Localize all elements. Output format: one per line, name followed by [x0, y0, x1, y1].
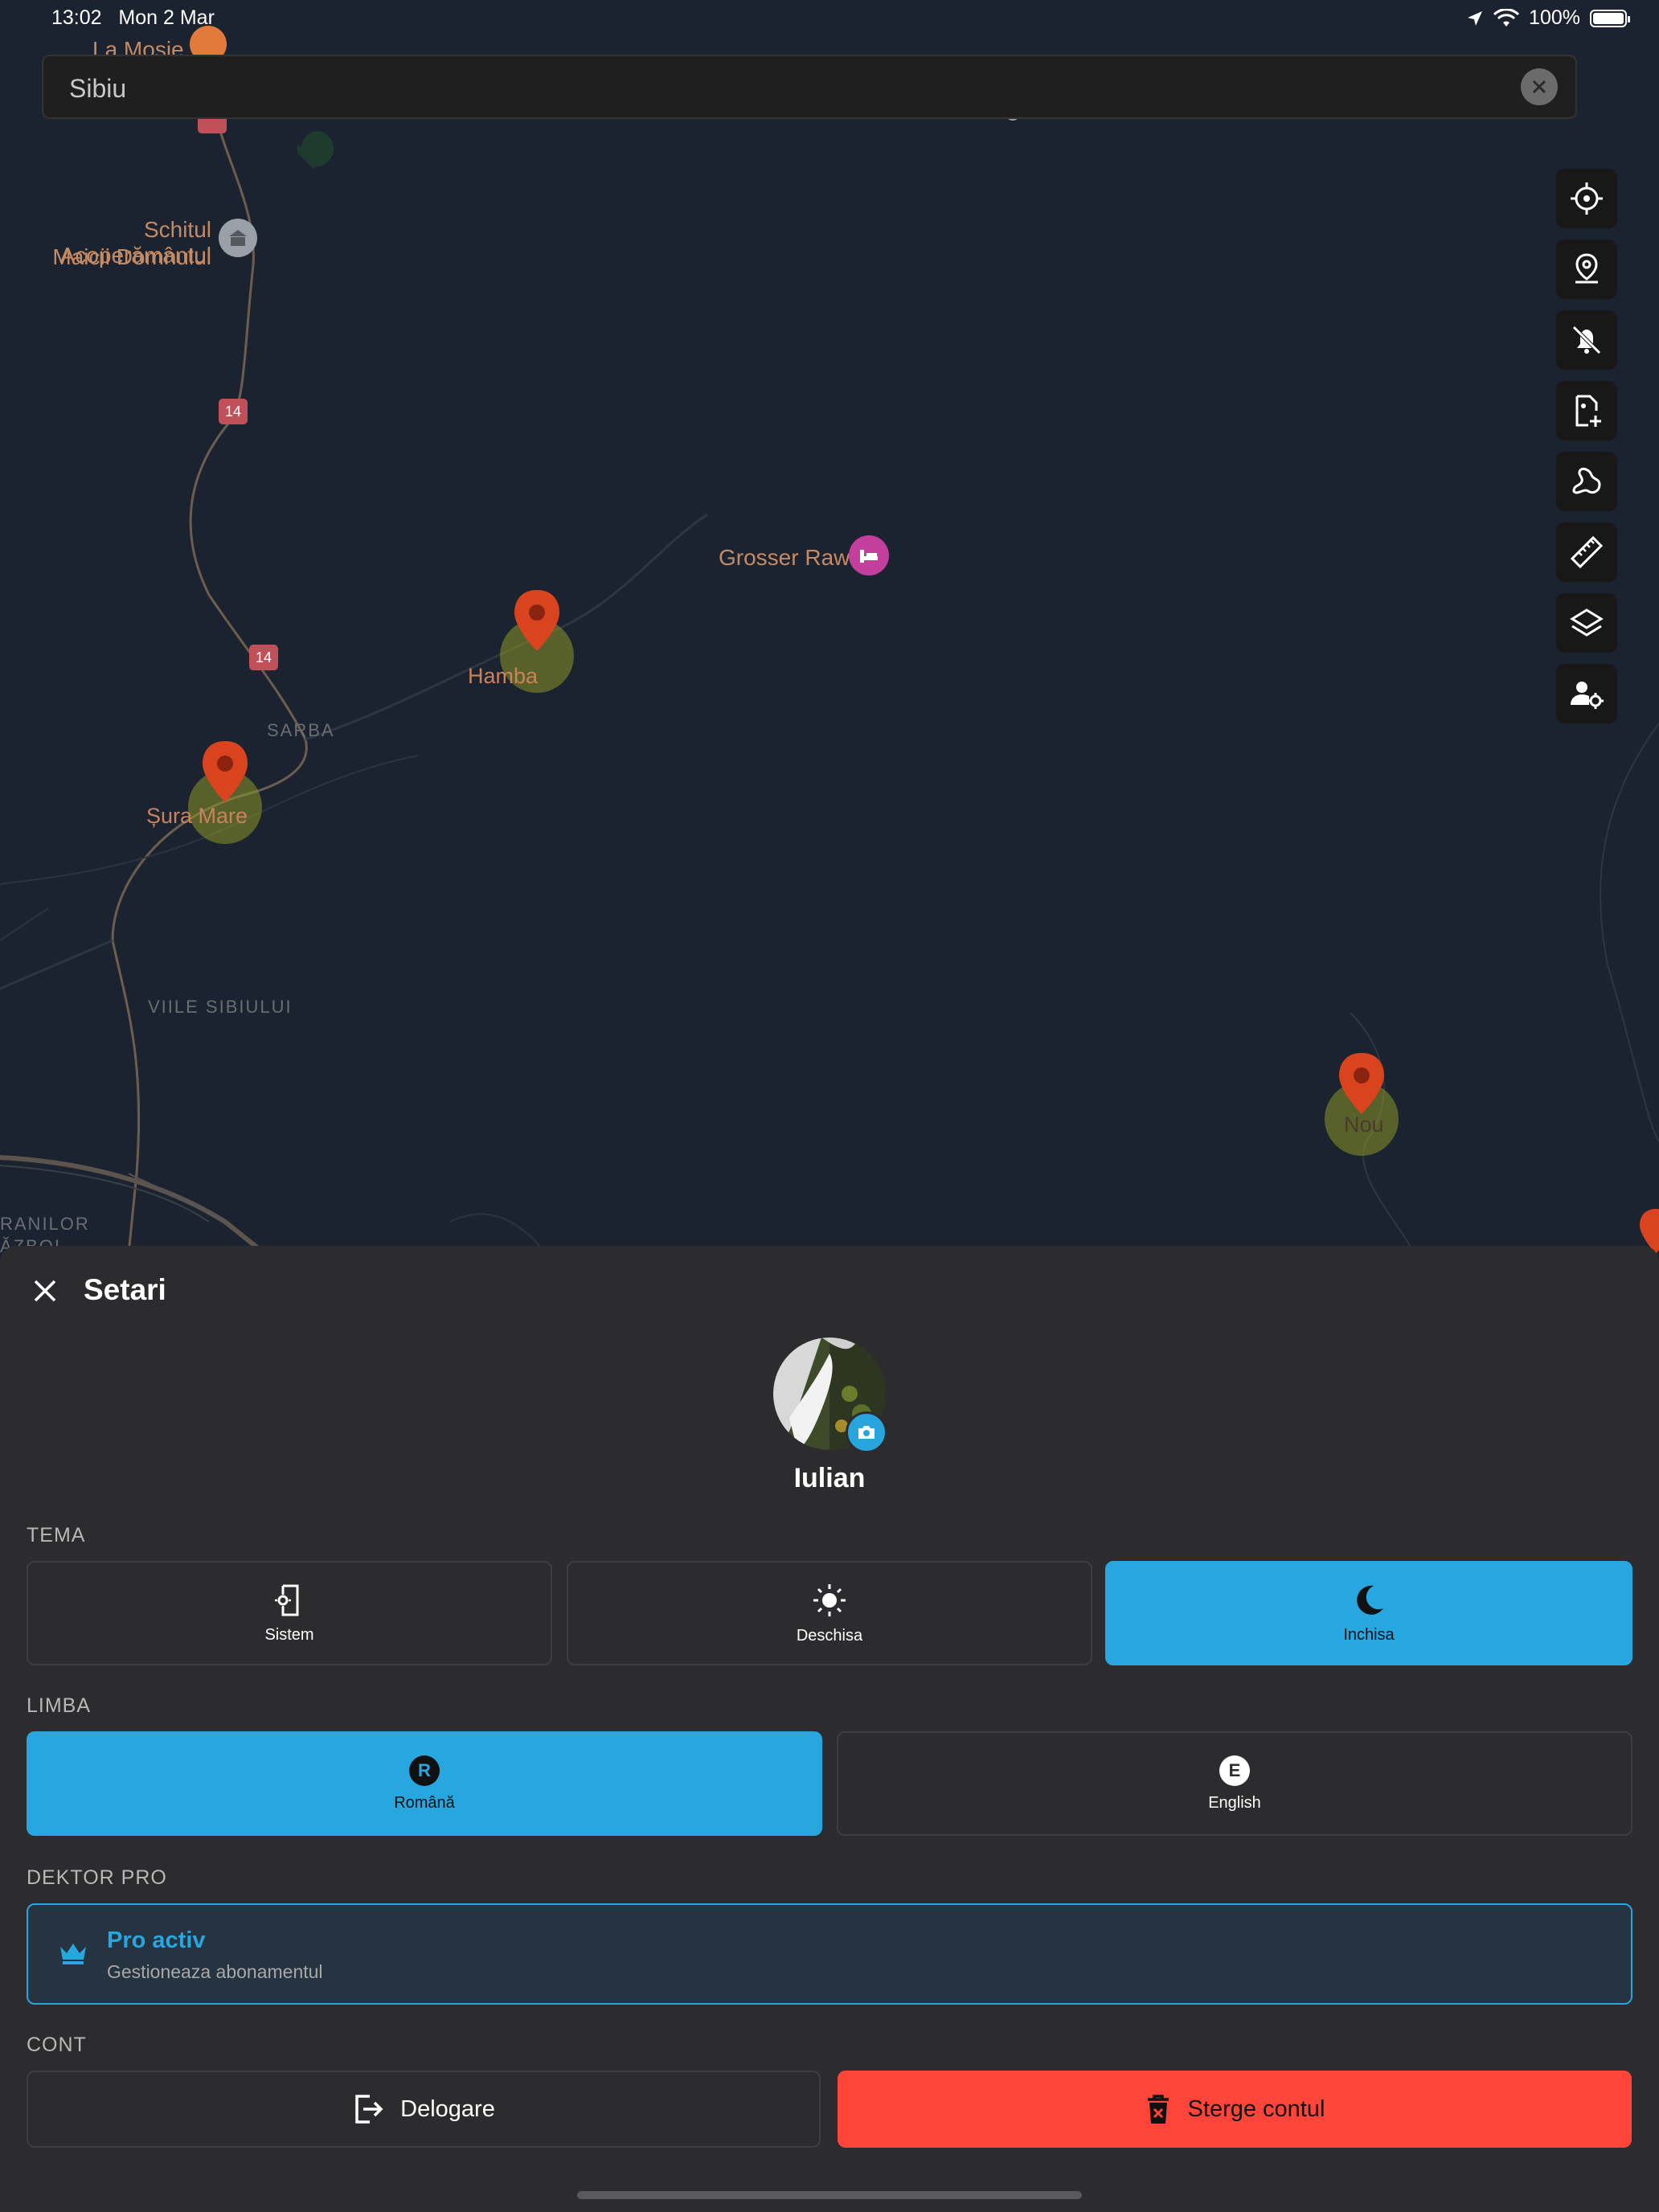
pro-status-title: Pro activ [107, 1927, 206, 1953]
map-label-sarba: SARBA [267, 720, 335, 740]
sun-icon [813, 1583, 846, 1616]
map-label-schit-2[interactable]: Maicii Domnului [0, 244, 211, 270]
logout-button[interactable]: Delogare [27, 2071, 821, 2148]
map[interactable]: La Moșie Schitul Acoperământul Maicii Do… [0, 0, 1659, 1254]
pro-subscription-card[interactable]: Pro activ Gestioneaza abonamentul [27, 1903, 1632, 2005]
location-arrow-icon [1468, 10, 1483, 26]
language-badge-icon: R [409, 1755, 440, 1786]
route-icon [1572, 467, 1601, 494]
layers-icon [1570, 608, 1604, 637]
add-file-icon [1575, 395, 1601, 427]
delete-account-button[interactable]: Sterge contul [838, 2071, 1632, 2148]
language-option-label: English [1208, 1793, 1261, 1812]
theme-option-deschisa[interactable]: Deschisa [567, 1561, 1092, 1665]
status-right: 100% [1466, 6, 1630, 30]
map-pin-icon [514, 590, 559, 651]
notifications-off-button[interactable] [1556, 310, 1617, 370]
hotel-poi-icon[interactable] [849, 535, 889, 576]
delete-account-label: Sterge contul [1187, 2095, 1325, 2122]
logout-label: Delogare [400, 2095, 495, 2122]
ruler-button[interactable] [1556, 522, 1617, 582]
notifications-off-icon [1572, 326, 1601, 354]
ruler-icon [1570, 535, 1604, 569]
layers-button[interactable] [1556, 593, 1617, 653]
username: Iulian [793, 1463, 866, 1493]
user-settings-button[interactable] [1556, 664, 1617, 723]
search-input[interactable]: Sibiu [69, 74, 126, 104]
language-option-romana[interactable]: R Română [27, 1731, 822, 1836]
route-button[interactable] [1556, 452, 1617, 511]
locate-icon [1571, 182, 1603, 215]
account-section-label: CONT [27, 2034, 87, 2056]
monastery-poi-icon[interactable] [219, 219, 257, 257]
map-label-nou[interactable]: Nou [1344, 1112, 1384, 1137]
theme-option-sistem[interactable]: Sistem [27, 1561, 552, 1665]
theme-option-label: Inchisa [1343, 1625, 1395, 1644]
map-roads [0, 104, 1659, 1254]
wifi-icon [1493, 8, 1520, 27]
status-bar: 13:02 Mon 2 Mar 100% [0, 0, 1659, 39]
close-settings-button[interactable] [29, 1275, 61, 1307]
theme-option-label: Deschisa [796, 1626, 863, 1645]
search-field[interactable]: Sibiu [42, 55, 1577, 119]
user-settings-icon [1571, 682, 1604, 709]
settings-sheet: Setari Iulian TEMA Sistem Deschisa Inchi… [0, 1246, 1659, 2212]
theme-option-inchisa[interactable]: Inchisa [1105, 1561, 1632, 1665]
battery-percent: 100% [1529, 6, 1580, 29]
map-toolbar [1556, 169, 1617, 735]
battery-icon [1590, 9, 1630, 27]
language-badge-icon: E [1219, 1755, 1250, 1786]
camera-icon [858, 1426, 875, 1439]
language-option-label: Română [394, 1793, 455, 1812]
language-section-label: LIMBA [27, 1694, 92, 1717]
map-label-granilor: RANILOR [0, 1214, 90, 1234]
place-pin-button[interactable] [1556, 240, 1617, 299]
change-photo-button[interactable] [846, 1411, 887, 1453]
theme-option-label: Sistem [264, 1625, 314, 1644]
settings-title: Setari [84, 1273, 166, 1306]
locate-button[interactable] [1556, 169, 1617, 228]
status-time: 13:02 Mon 2 Mar [51, 6, 215, 29]
place-pin-icon [1575, 253, 1598, 284]
trash-icon [1147, 2095, 1169, 2124]
logout-icon [355, 2095, 383, 2124]
language-option-english[interactable]: E English [837, 1731, 1632, 1836]
map-label-hamba[interactable]: Hamba [468, 664, 538, 689]
road-shield-14b: 14 [249, 645, 278, 670]
map-label-sura-mare[interactable]: Șura Mare [146, 804, 248, 829]
phone-settings-icon [275, 1584, 299, 1616]
crown-icon [60, 1944, 86, 1964]
theme-section-label: TEMA [27, 1524, 86, 1546]
clear-search-button[interactable] [1521, 68, 1558, 105]
home-indicator[interactable] [577, 2191, 1082, 2199]
add-file-button[interactable] [1556, 381, 1617, 440]
road-shield-14a: 14 [219, 399, 248, 424]
map-label-grosser-raw[interactable]: Grosser Raw [719, 545, 850, 571]
map-label-viile-sibiului: VIILE SIBIULUI [148, 997, 293, 1017]
close-icon [1532, 80, 1546, 94]
pro-status-subtitle: Gestioneaza abonamentul [107, 1961, 323, 1982]
close-icon [34, 1280, 56, 1302]
pro-section-label: DEKTOR PRO [27, 1866, 167, 1889]
moon-icon [1357, 1585, 1383, 1615]
